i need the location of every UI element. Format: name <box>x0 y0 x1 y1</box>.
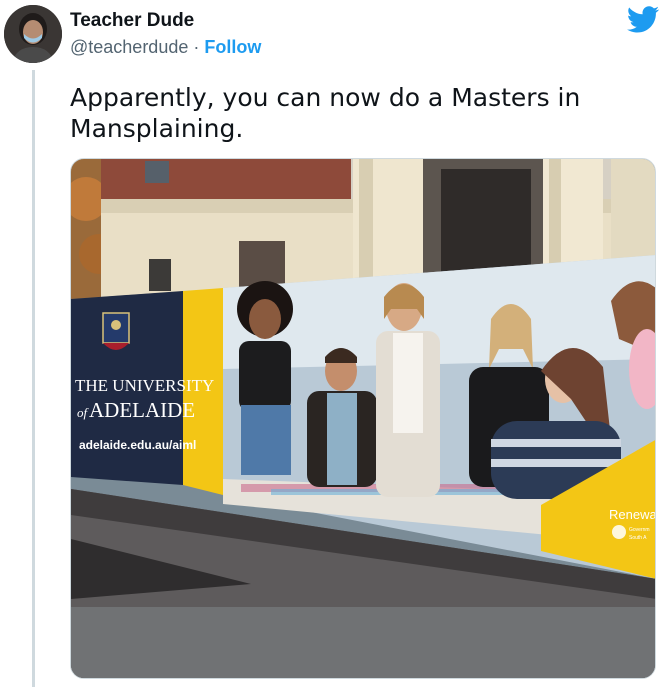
billboard-url: adelaide.edu.au/aiml <box>79 438 196 452</box>
twitter-bird-icon[interactable] <box>626 6 660 34</box>
tweet-text: Apparently, you can now do a Masters in … <box>70 83 581 143</box>
corner-small-1: Governm <box>629 527 650 533</box>
author-avatar[interactable] <box>4 5 62 63</box>
corner-text: Renewa <box>609 507 656 522</box>
author-display-name[interactable]: Teacher Dude <box>70 10 194 32</box>
corner-small-2: South A <box>629 535 647 541</box>
follow-button[interactable]: Follow <box>204 37 261 57</box>
author-handle-row: @teacherdude · Follow <box>70 37 261 58</box>
thread-connector <box>32 70 35 687</box>
person-avatar-icon <box>4 5 62 63</box>
separator-dot: · <box>193 37 200 57</box>
billboard-line2: ADELAIDE <box>89 398 195 422</box>
photo-image: THE UNIVERSITY of ADELAIDE adelaide.edu.… <box>71 159 656 678</box>
author-handle[interactable]: @teacherdude <box>70 37 188 57</box>
tweet-photo[interactable]: THE UNIVERSITY of ADELAIDE adelaide.edu.… <box>70 158 656 679</box>
university-crest-icon <box>102 312 130 350</box>
billboard-line1: THE UNIVERSITY <box>75 376 214 395</box>
